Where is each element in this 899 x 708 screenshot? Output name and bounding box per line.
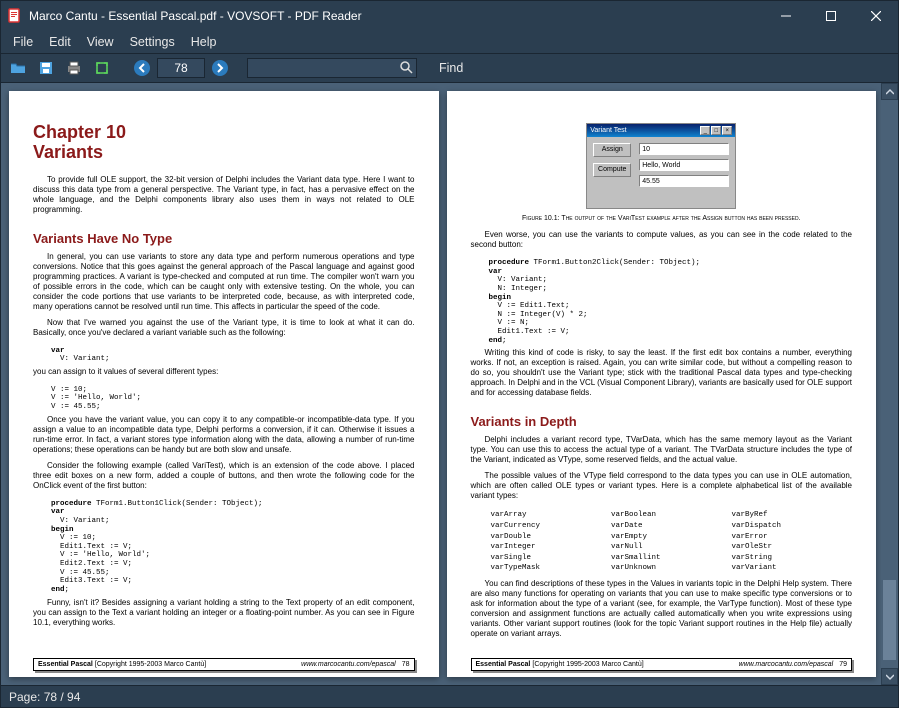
footer-copyright: [Copyright 1995-2003 Marco Cantù] [532, 661, 643, 668]
search-box [247, 58, 417, 78]
chapter-title: Variants [33, 142, 103, 162]
chevron-up-icon [886, 88, 894, 96]
scroll-thumb[interactable] [883, 580, 896, 660]
document-viewport[interactable]: Chapter 10Variants To provide full OLE s… [1, 83, 898, 685]
body-paragraph: Delphi includes a variant record type, T… [471, 435, 853, 465]
print-button[interactable] [61, 56, 87, 80]
menu-help[interactable]: Help [183, 33, 225, 51]
figure-screenshot: Variant Test _□× Assign Compute 10 Hello,… [586, 123, 736, 209]
scroll-down-button[interactable] [881, 668, 898, 685]
figure-edit3: 45.55 [639, 175, 729, 187]
page-footer: Essential Pascal [Copyright 1995-2003 Ma… [471, 658, 853, 671]
body-paragraph: Funny, isn't it? Besides assigning a var… [33, 598, 415, 628]
window-controls [763, 1, 898, 31]
footer-title: Essential Pascal [38, 661, 93, 668]
menu-bar: File Edit View Settings Help [1, 31, 898, 53]
fig-max-icon: □ [711, 126, 721, 135]
chapter-heading: Chapter 10 [33, 122, 126, 142]
figure-assign-button: Assign [593, 143, 631, 157]
footer-link: www.marcocantu.com/epascal [739, 661, 834, 668]
footer-page-number: 79 [839, 661, 847, 668]
footer-title: Essential Pascal [476, 661, 531, 668]
code-block: var V: Variant; [51, 347, 415, 364]
body-paragraph: Once you have the variant value, you can… [33, 415, 415, 455]
body-paragraph: Writing this kind of code is risky, to s… [471, 348, 853, 398]
chevron-down-icon [886, 673, 894, 681]
close-button[interactable] [853, 1, 898, 31]
maximize-button[interactable] [808, 1, 853, 31]
printer-icon [66, 60, 82, 76]
body-paragraph: The possible values of the VType field c… [471, 471, 853, 501]
arrow-right-icon [211, 59, 229, 77]
title-bar: Marco Cantu - Essential Pascal.pdf - VOV… [1, 1, 898, 31]
vertical-scrollbar[interactable] [881, 83, 898, 685]
prev-page-button[interactable] [129, 56, 155, 80]
menu-view[interactable]: View [79, 33, 122, 51]
arrow-left-icon [133, 59, 151, 77]
window-title: Marco Cantu - Essential Pascal.pdf - VOV… [29, 9, 763, 23]
footer-copyright: [Copyright 1995-2003 Marco Cantù] [95, 661, 206, 668]
menu-settings[interactable]: Settings [122, 33, 183, 51]
save-icon [38, 60, 54, 76]
app-icon [7, 8, 23, 24]
body-paragraph: Consider the following example (called V… [33, 461, 415, 491]
footer-page-number: 78 [402, 661, 410, 668]
status-bar: Page: 78 / 94 [1, 685, 898, 707]
figure-edit2: Hello, World [639, 159, 729, 171]
fullscreen-button[interactable] [89, 56, 115, 80]
find-button[interactable]: Find [425, 59, 477, 77]
body-paragraph: To provide full OLE support, the 32-bit … [33, 175, 415, 215]
fig-min-icon: _ [700, 126, 710, 135]
body-paragraph: Now that I've warned you against the use… [33, 318, 415, 338]
page-status-label: Page: 78 / 94 [9, 690, 80, 704]
menu-edit[interactable]: Edit [41, 33, 79, 51]
variant-types-table: varArrayvarBooleanvarByRef varCurrencyva… [489, 509, 853, 575]
page-number-input[interactable] [157, 58, 205, 78]
minimize-button[interactable] [763, 1, 808, 31]
body-paragraph: In general, you can use variants to stor… [33, 252, 415, 312]
figure-caption: Figure 10.1: The output of the VariTest … [471, 215, 853, 222]
footer-link: www.marcocantu.com/epascal [301, 661, 396, 668]
body-paragraph: you can assign to it values of several d… [33, 367, 415, 377]
save-button[interactable] [33, 56, 59, 80]
open-button[interactable] [5, 56, 31, 80]
section-heading: Variants in Depth [471, 414, 853, 429]
pdf-page-79: Variant Test _□× Assign Compute 10 Hello,… [447, 91, 877, 677]
next-page-button[interactable] [207, 56, 233, 80]
figure-compute-button: Compute [593, 163, 631, 177]
scroll-track[interactable] [881, 100, 898, 668]
folder-open-icon [10, 60, 26, 76]
page-footer: Essential Pascal [Copyright 1995-2003 Ma… [33, 658, 415, 671]
scroll-up-button[interactable] [881, 83, 898, 100]
menu-file[interactable]: File [5, 33, 41, 51]
code-block: procedure TForm1.Button1Click(Sender: TO… [51, 500, 415, 595]
figure-window-title: Variant Test [590, 127, 626, 134]
fig-close-icon: × [722, 126, 732, 135]
toolbar: Find [1, 53, 898, 83]
body-paragraph: Even worse, you can use the variants to … [471, 230, 853, 250]
body-paragraph: You can find descriptions of these types… [471, 579, 853, 639]
code-block: procedure TForm1.Button2Click(Sender: TO… [489, 259, 853, 345]
fullscreen-icon [94, 60, 110, 76]
section-heading: Variants Have No Type [33, 231, 415, 246]
pdf-page-78: Chapter 10Variants To provide full OLE s… [9, 91, 439, 677]
figure-edit1: 10 [639, 143, 729, 155]
search-icon [399, 60, 413, 79]
search-input[interactable] [247, 58, 417, 78]
code-block: V := 10; V := 'Hello, World'; V := 45.55… [51, 386, 415, 412]
